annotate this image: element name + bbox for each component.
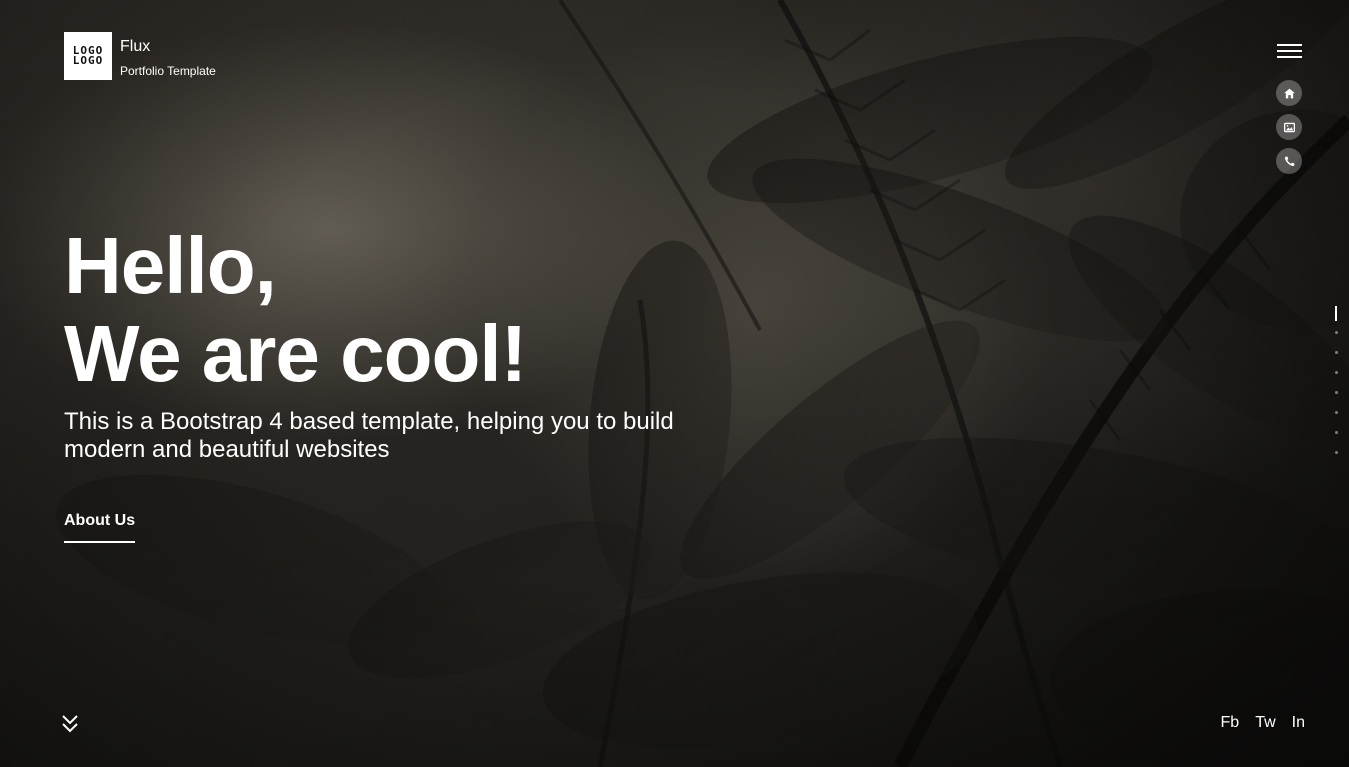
section-dot[interactable] xyxy=(1335,431,1338,434)
brand-text: Flux Portfolio Template xyxy=(120,32,216,79)
logo[interactable]: LOGO LOGO xyxy=(64,32,112,80)
phone-icon-glyph xyxy=(1284,156,1294,166)
hero-headline-line-2: We are cool! xyxy=(64,309,527,398)
hamburger-bar xyxy=(1277,44,1302,46)
section-dot[interactable] xyxy=(1335,451,1338,454)
brand-tagline: Portfolio Template xyxy=(120,64,216,78)
section-dot-active[interactable] xyxy=(1335,306,1337,321)
gallery-icon-glyph xyxy=(1283,122,1295,132)
logo-line-2: LOGO xyxy=(72,54,104,67)
hero-section: LOGO LOGO Flux Portfolio Template Hello,… xyxy=(0,0,1349,767)
section-dot-nav xyxy=(1333,306,1339,471)
hamburger-bar xyxy=(1277,56,1302,58)
about-us-link[interactable]: About Us xyxy=(64,511,136,543)
facebook-link[interactable]: Fb xyxy=(1221,713,1240,733)
social-links: Fb Tw In xyxy=(1205,713,1305,733)
twitter-link[interactable]: Tw xyxy=(1255,713,1275,733)
hero-headline-line-1: Hello, xyxy=(64,221,277,310)
home-icon[interactable] xyxy=(1276,80,1302,106)
section-dot[interactable] xyxy=(1335,371,1338,374)
home-icon-glyph xyxy=(1283,88,1295,98)
section-dot[interactable] xyxy=(1335,351,1338,354)
double-chevron-down-glyph xyxy=(62,715,78,733)
side-icon-menu xyxy=(1276,80,1302,182)
hero-headline: Hello, We are cool! xyxy=(64,221,527,398)
hamburger-menu-icon[interactable] xyxy=(1277,44,1302,60)
section-dot[interactable] xyxy=(1335,331,1338,334)
phone-icon[interactable] xyxy=(1276,148,1302,174)
hamburger-bar xyxy=(1277,50,1302,52)
section-dot[interactable] xyxy=(1335,411,1338,414)
double-chevron-down-icon[interactable] xyxy=(60,713,80,735)
instagram-link[interactable]: In xyxy=(1292,713,1305,733)
section-dot[interactable] xyxy=(1335,391,1338,394)
brand-name: Flux xyxy=(120,38,151,55)
brand[interactable]: LOGO LOGO Flux Portfolio Template xyxy=(64,32,216,80)
gallery-icon[interactable] xyxy=(1276,114,1302,140)
hero-subtitle: This is a Bootstrap 4 based template, he… xyxy=(64,408,674,463)
